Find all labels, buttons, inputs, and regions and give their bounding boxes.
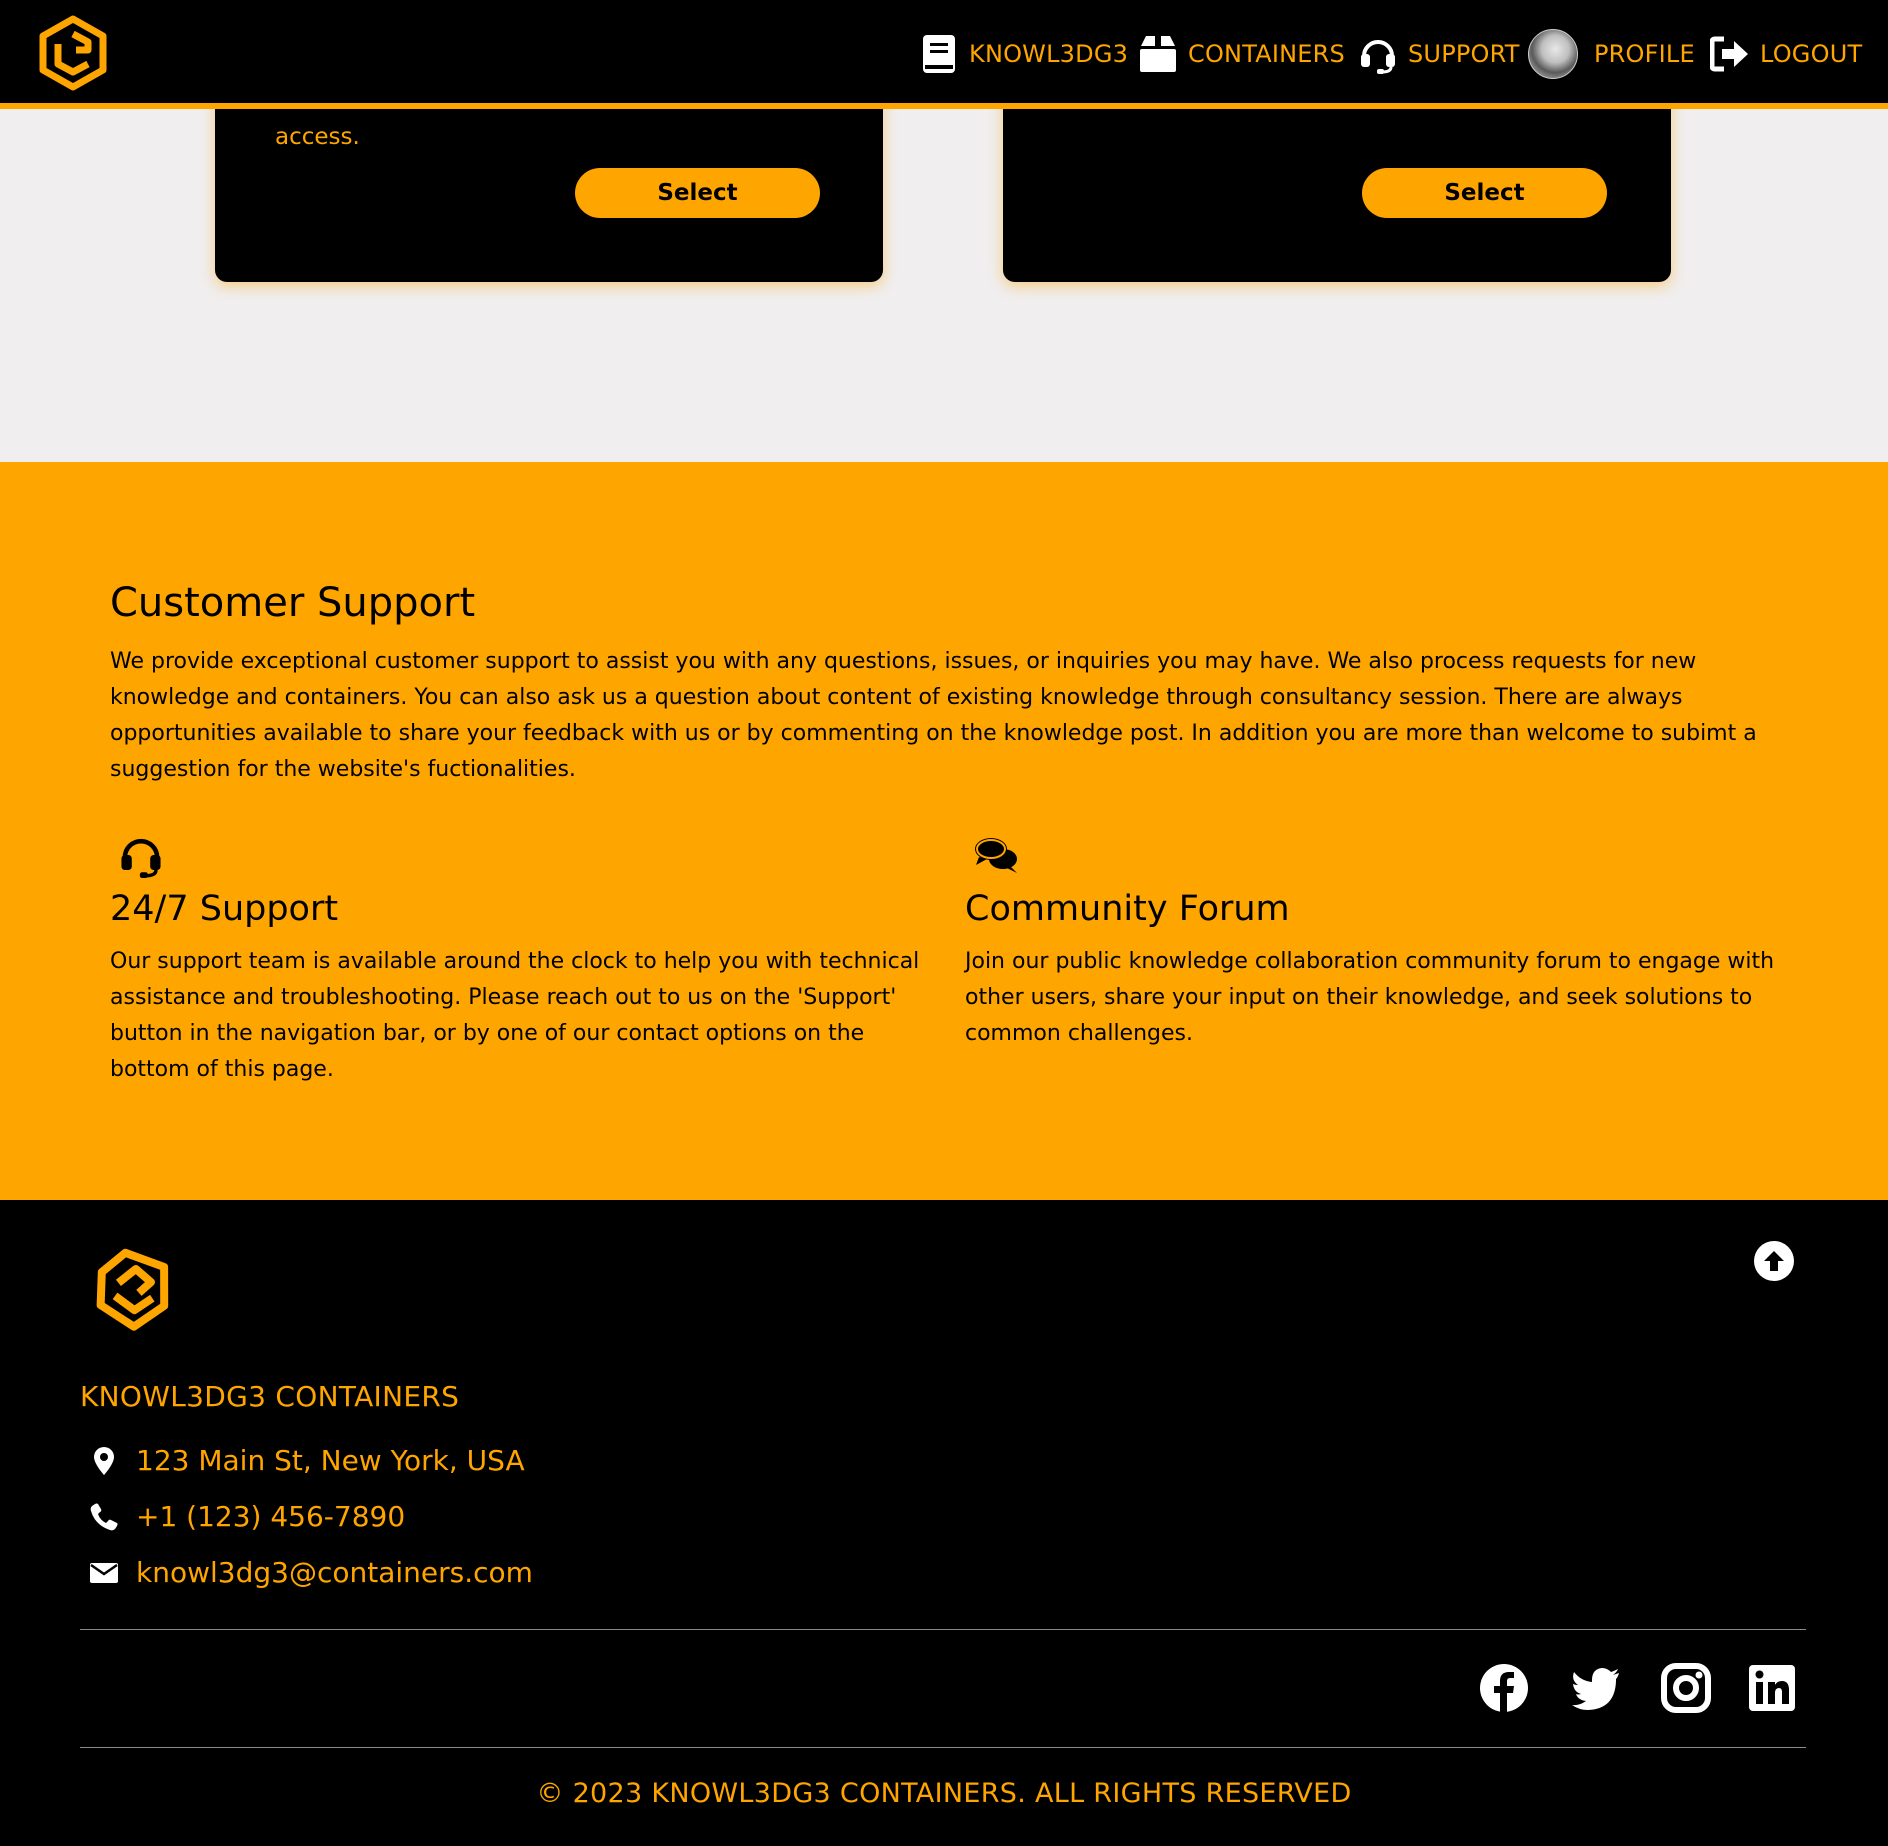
nav-logout[interactable]: LOGOUT [1710, 30, 1862, 78]
contact-address: 123 Main St, New York, USA [88, 1444, 525, 1477]
nav-logout-label: LOGOUT [1760, 40, 1863, 68]
nav-profile[interactable]: PROFILE [1528, 29, 1695, 79]
footer-company-name: KNOWL3DG3 CONTAINERS [80, 1380, 460, 1413]
footer-divider [80, 1629, 1806, 1630]
contact-phone-text: +1 (123) 456-7890 [136, 1500, 406, 1533]
feature-text: Our support team is available around the… [110, 949, 920, 1082]
select-button[interactable]: Select [1362, 168, 1607, 218]
contact-email[interactable]: knowl3dg3@containers.com [88, 1556, 533, 1589]
nav-profile-label: PROFILE [1594, 40, 1695, 68]
feature-forum: Community Forum Join our public knowledg… [965, 832, 1785, 1052]
phone-icon [88, 1501, 120, 1533]
nav-support[interactable]: SUPPORT [1358, 30, 1520, 78]
nav-knowl3dg3[interactable]: KNOWL3DG3 [919, 30, 1128, 78]
nav-containers[interactable]: CONTAINERS [1138, 30, 1345, 78]
instagram-icon[interactable] [1660, 1662, 1712, 1714]
headset-icon [121, 838, 161, 878]
footer-divider [80, 1747, 1806, 1748]
map-marker-icon [88, 1445, 120, 1477]
avatar [1528, 29, 1578, 79]
nav-containers-label: CONTAINERS [1188, 40, 1345, 68]
feature-support: 24/7 Support Our support team is availab… [110, 832, 930, 1088]
comments-icon [975, 838, 1017, 873]
contact-email-text: knowl3dg3@containers.com [136, 1556, 533, 1589]
plan-card-description: access. [275, 124, 360, 150]
feature-title: 24/7 Support [110, 889, 339, 929]
feature-text: Join our public knowledge collaboration … [965, 949, 1775, 1046]
linkedin-icon[interactable] [1746, 1662, 1798, 1714]
navbar: KNOWL3DG3 CONTAINERS SUPPORT PROFILE LOG… [0, 0, 1888, 109]
customer-support-section: Customer Support We provide exceptional … [0, 462, 1888, 1200]
contact-address-text: 123 Main St, New York, USA [136, 1444, 525, 1477]
logout-icon [1710, 32, 1750, 76]
envelope-icon [88, 1557, 120, 1589]
contact-phone[interactable]: +1 (123) 456-7890 [88, 1500, 405, 1533]
arrow-up-icon [1764, 1251, 1784, 1271]
back-to-top-button[interactable] [1754, 1241, 1794, 1281]
feature-title: Community Forum [965, 889, 1290, 929]
headset-icon [1358, 32, 1398, 76]
select-button[interactable]: Select [575, 168, 820, 218]
copyright-text: © 2023 KNOWL3DG3 CONTAINERS. ALL RIGHTS … [536, 1778, 1352, 1809]
section-intro: We provide exceptional customer support … [110, 649, 1757, 782]
section-title: Customer Support [110, 580, 476, 626]
twitter-icon[interactable] [1570, 1662, 1622, 1714]
nav-support-label: SUPPORT [1408, 40, 1520, 68]
brand-logo-icon[interactable] [36, 14, 110, 92]
facebook-icon[interactable] [1478, 1662, 1530, 1714]
book-icon [919, 32, 959, 76]
nav-knowl3dg3-label: KNOWL3DG3 [969, 40, 1129, 68]
box-icon [1138, 32, 1178, 76]
footer: KNOWL3DG3 CONTAINERS 123 Main St, New Yo… [0, 1200, 1888, 1846]
brand-logo-icon[interactable] [90, 1246, 176, 1332]
